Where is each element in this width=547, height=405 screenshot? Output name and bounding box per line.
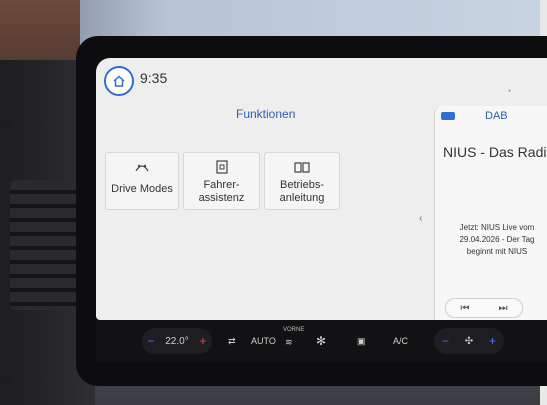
tile-label: Betriebs- anleitung [279, 179, 325, 204]
infotainment-screen: 9:35 ◔ Funktionen Drive Modes Fahrer- as… [96, 58, 547, 320]
radio-source: DAB [485, 110, 508, 122]
previous-button[interactable]: ⏮ [461, 303, 470, 314]
temp-up-button[interactable]: + [200, 334, 207, 348]
dab-logo-icon [441, 112, 455, 120]
tile-label: Drive Modes [111, 183, 173, 195]
tile-drive-modes[interactable]: Drive Modes [105, 152, 179, 210]
fan-up-button[interactable]: + [489, 334, 496, 348]
station-name: NIUS - Das Radio [443, 144, 547, 160]
page-title: Funktionen [236, 107, 296, 121]
driver-assist-icon [215, 159, 228, 175]
clock: 9:35 [140, 70, 168, 86]
temp-down-button[interactable]: − [147, 334, 154, 348]
tile-label: Fahrer- assistenz [198, 179, 245, 204]
tile-fahrerassistenz[interactable]: Fahrer- assistenz [183, 152, 260, 210]
front-defrost-label: VORNE [283, 327, 305, 333]
signal-icon: ◔ [506, 86, 512, 96]
playback-controls: ⏮ ⏭ [445, 298, 523, 318]
radio-text: Jetzt: NIUS Live vom 29.04.2026 - Der Ta… [459, 223, 535, 256]
car-interior-photo: 9:35 ◔ Funktionen Drive Modes Fahrer- as… [0, 0, 547, 405]
front-defrost-icon[interactable]: ≋ [285, 337, 293, 348]
fan-icon[interactable]: ✻ [316, 334, 326, 348]
rear-defrost-icon[interactable]: ▣ [357, 336, 366, 347]
manual-book-icon [294, 159, 310, 175]
fan-speed-control[interactable]: − ✣ + [434, 328, 504, 354]
tile-betriebsanleitung[interactable]: Betriebs- anleitung [264, 152, 340, 210]
temp-left-control[interactable]: − 22.0° + [142, 328, 212, 354]
radio-panel[interactable]: DAB NIUS - Das Radio Jetzt: NIUS Live vo… [434, 106, 547, 320]
ac-button[interactable]: A/C [393, 336, 408, 346]
recirculation-icon[interactable]: ⇄ [228, 336, 236, 347]
drive-modes-icon [134, 159, 150, 175]
collapse-panel-chevron-icon[interactable]: ‹ [419, 213, 422, 224]
fan-speed-icon: ✣ [464, 335, 474, 347]
auto-button[interactable]: AUTO [251, 336, 276, 346]
home-button[interactable] [104, 66, 134, 96]
next-button[interactable]: ⏭ [499, 303, 508, 314]
fan-down-button[interactable]: − [442, 334, 449, 348]
home-icon [113, 75, 125, 87]
temp-left-value: 22.0° [165, 335, 189, 347]
